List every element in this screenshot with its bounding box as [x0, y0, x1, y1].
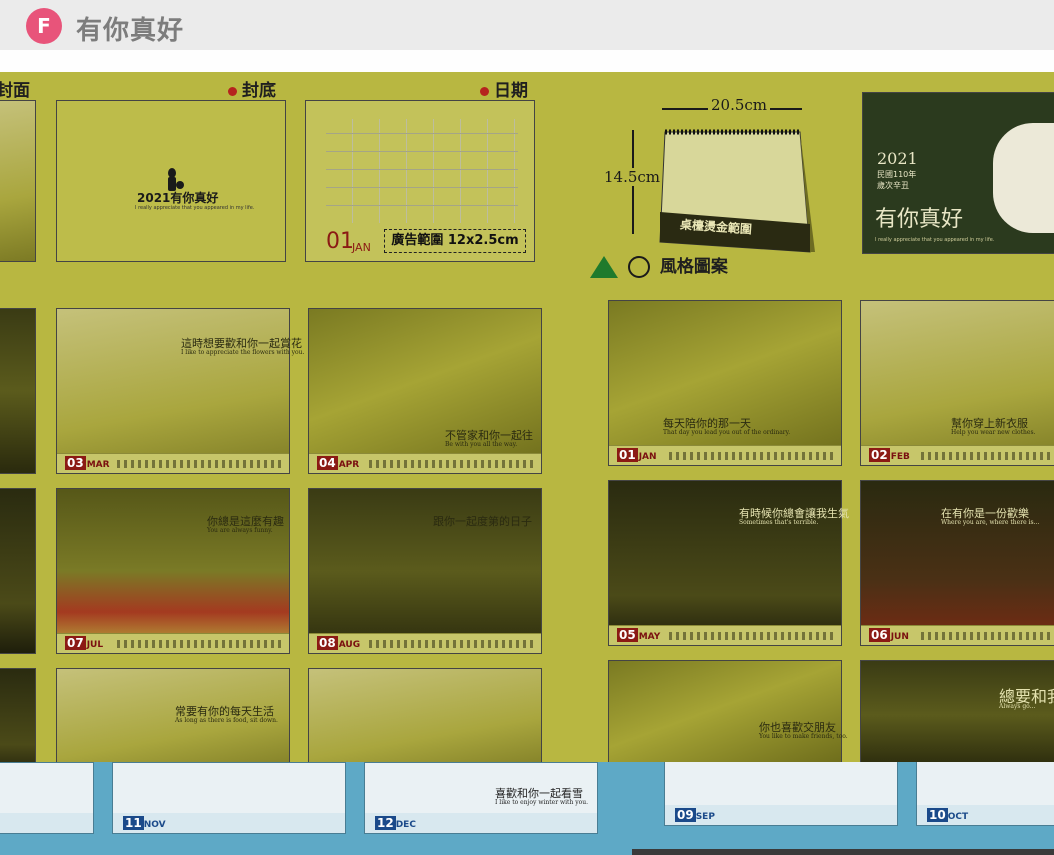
month-card-oct[interactable]: 10 OCT	[916, 762, 1054, 826]
month-caption-sub: I like to enjoy winter with you.	[495, 799, 588, 806]
month-card-extra-d[interactable]: 總要和我 Always go...	[860, 660, 1054, 762]
section-label-date: 日期	[480, 76, 528, 101]
back-cover-sub: I really appreciate that you appeared in…	[135, 205, 255, 211]
ad-area-box: 廣告範圍 12x2.5cm	[384, 229, 526, 253]
date-sample-card[interactable]: 01 JAN 廣告範圍 12x2.5cm	[305, 100, 535, 262]
month-card-partial[interactable]	[0, 668, 36, 762]
section-label-style: 風格圖案	[590, 252, 728, 278]
bullet-icon	[480, 86, 489, 96]
month-caption-sub: I like to appreciate the flowers with yo…	[181, 349, 305, 356]
silhouette-illustration	[168, 168, 184, 191]
front-cover-partial[interactable]	[0, 100, 36, 262]
month-card-jun[interactable]: 在有你是一份歡樂 Where you are, where there is..…	[860, 480, 1054, 646]
month-card-jan[interactable]: 每天陪你的那一天 That day you lead you out of th…	[608, 300, 842, 466]
front-roc: 民國110年	[877, 170, 917, 179]
back-cover-card[interactable]: 2021有你真好 I really appreciate that you ap…	[56, 100, 286, 262]
month-caption-sub: You are always funny.	[207, 527, 273, 534]
bottom-preview-band: 11 NOV 喜歡和你一起看雪 I like to enjoy winter wi…	[0, 762, 1054, 855]
back-cover-title: 2021有你真好	[137, 191, 219, 205]
divider-strip	[0, 50, 1054, 72]
app-header: F 有你真好	[0, 0, 1054, 50]
calendar-strip: 04 APR	[309, 453, 541, 473]
month-card-partial[interactable]	[0, 488, 36, 654]
month-caption: 跟你一起度第的日子	[433, 515, 532, 528]
calendar-strip: 05 MAY	[609, 625, 841, 645]
month-number: 01	[326, 229, 354, 254]
calendar-grid	[326, 119, 518, 223]
month-caption-sub: Where you are, where there is...	[941, 519, 1040, 526]
section-label-cover-back: 封底	[228, 76, 276, 101]
month-card-jul[interactable]: 你總是這麼有趣 You are always funny. 07 JUL	[56, 488, 290, 654]
month-card-sep[interactable]: 09 SEP	[664, 762, 898, 826]
front-year: 2021	[877, 149, 918, 168]
month-card-partial[interactable]	[0, 308, 36, 474]
section-label-cover-front: 封面	[0, 81, 30, 101]
month-card-partial-blue[interactable]	[0, 762, 94, 834]
month-caption-sub: You like to make friends, too.	[759, 733, 848, 740]
month-caption-sub: Be with you all the way.	[445, 441, 518, 448]
month-caption-sub: As long as there is food, sit down.	[175, 717, 278, 724]
front-sub: I really appreciate that you appeared in…	[875, 237, 995, 243]
girl-face-icon	[627, 256, 650, 278]
month-caption-sub: Always go...	[999, 703, 1036, 710]
calendar-strip: 06 JUN	[861, 625, 1054, 645]
month-caption-sub: Sometimes that's terrible.	[739, 519, 819, 526]
desk-calendar-drawing	[659, 129, 815, 253]
month-caption-sub: Help you wear new clothes.	[951, 429, 1036, 436]
page-title: 有你真好	[76, 16, 185, 46]
calendar-strip: 08 AUG	[309, 633, 541, 653]
month-card-feb[interactable]: 幫你穿上新衣服 Help you wear new clothes. 02 FEB	[860, 300, 1054, 466]
month-card-mar[interactable]: 這時想要歡和你一起賞花 I like to appreciate the flo…	[56, 308, 304, 474]
bottom-scroll-bar[interactable]	[632, 849, 1054, 855]
calendar-strip: 01 JAN	[609, 445, 841, 465]
calendar-strip: 07 JUL	[57, 633, 289, 653]
month-card-nov[interactable]: 11 NOV	[112, 762, 346, 834]
calendar-strip: 03 MAR	[57, 453, 289, 473]
month-card-aug[interactable]: 跟你一起度第的日子 08 AUG	[308, 488, 542, 654]
month-caption-sub: That day you lead you out of the ordinar…	[663, 429, 791, 436]
month-card-apr[interactable]: 不管家和你一起往 Be with you all the way. 04 APR	[308, 308, 542, 474]
desk-calendar-diagram: 20.5cm 14.5cm 桌檯燙金範圍	[604, 96, 820, 253]
month-card-extra-b[interactable]	[308, 668, 542, 762]
front-cover-card[interactable]: 2021 民國110年 歲次辛丑 有你真好 I really appreciat…	[862, 92, 1054, 254]
month-abbr: JAN	[352, 241, 371, 254]
dog-face-illustration	[993, 123, 1054, 233]
bullet-icon	[228, 86, 237, 96]
front-title: 有你真好	[875, 207, 964, 232]
month-card-extra-c[interactable]: 你也喜歡交朋友 You like to make friends, too.	[608, 660, 848, 762]
brand-badge-icon[interactable]: F	[26, 8, 62, 44]
calendar-strip: 02 FEB	[861, 445, 1054, 465]
tree-icon	[590, 256, 618, 278]
month-card-may[interactable]: 有時候你總會讓我生氣 Sometimes that's terrible. 05…	[608, 480, 849, 646]
month-card-dec[interactable]: 喜歡和你一起看雪 I like to enjoy winter with you…	[364, 762, 598, 834]
month-card-extra-a[interactable]: 常要有你的每天生活 As long as there is food, sit …	[56, 668, 290, 762]
front-ganzhi: 歲次辛丑	[877, 181, 909, 190]
product-sheet: 封面 封底 日期 2021有你真好 I really appreciate th…	[0, 72, 1054, 762]
